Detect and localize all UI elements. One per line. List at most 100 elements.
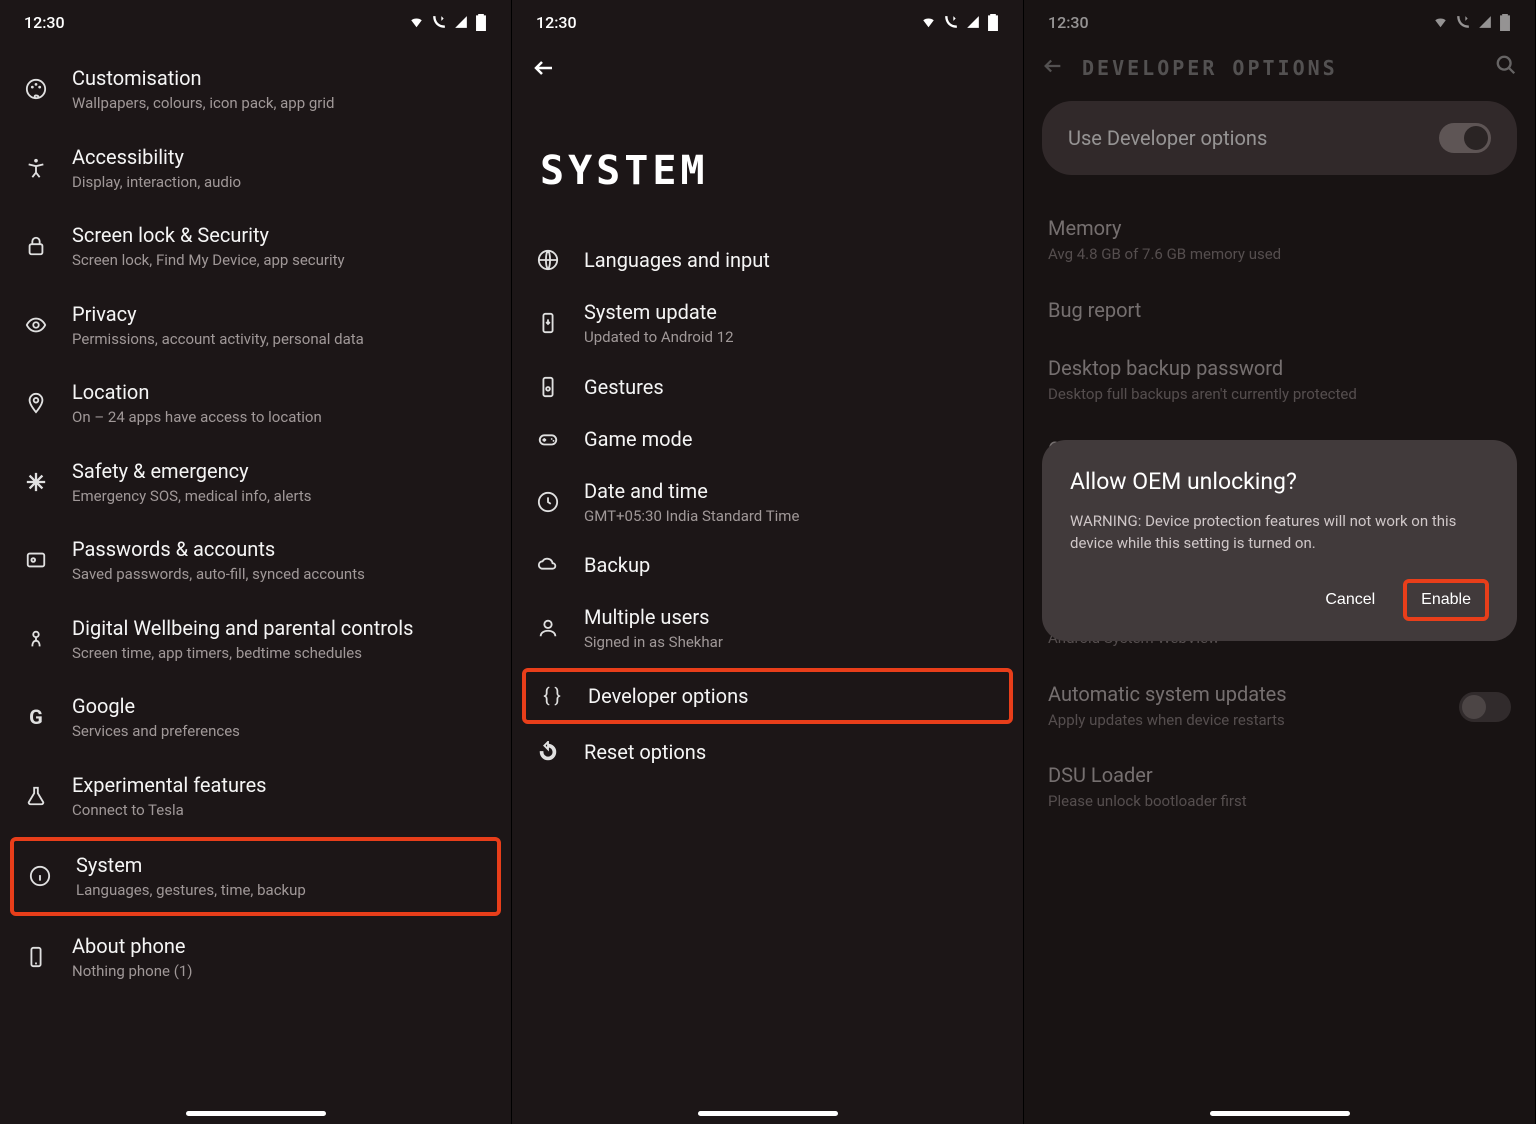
settings-row-gestures[interactable]: Gestures xyxy=(512,361,1023,413)
back-button[interactable] xyxy=(512,44,1023,98)
battery-icon xyxy=(475,14,487,31)
row-title: Accessibility xyxy=(72,144,489,170)
row-subtitle: Connect to Tesla xyxy=(72,801,489,821)
settings-row-digital-wellbeing-and-parental-controls[interactable]: Digital Wellbeing and parental controls S… xyxy=(0,600,511,679)
user-icon xyxy=(534,617,562,639)
dialog-title: Allow OEM unlocking? xyxy=(1070,468,1489,495)
settings-row-languages-and-input[interactable]: Languages and input xyxy=(512,234,1023,286)
nav-indicator xyxy=(698,1111,838,1116)
gesture-icon xyxy=(534,376,562,398)
settings-row-google[interactable]: GGoogleServices and preferences xyxy=(0,678,511,757)
nav-indicator xyxy=(1210,1111,1350,1116)
row-subtitle: Saved passwords, auto-fill, synced accou… xyxy=(72,565,489,585)
page-title: DEVELOPER OPTIONS xyxy=(1082,56,1338,80)
back-button[interactable] xyxy=(1042,55,1064,81)
master-toggle[interactable]: Use Developer options xyxy=(1042,101,1517,175)
toggle-switch[interactable] xyxy=(1439,123,1491,153)
row-title: Gestures xyxy=(584,374,1001,400)
oem-unlock-dialog: Allow OEM unlocking? WARNING: Device pro… xyxy=(1042,440,1517,641)
enable-button[interactable]: Enable xyxy=(1403,579,1489,621)
row-title: Customisation xyxy=(72,65,489,91)
settings-row-accessibility[interactable]: Accessibility Display, interaction, audio xyxy=(0,129,511,208)
row-subtitle: Signed in as Shekhar xyxy=(584,633,1001,653)
lock-icon xyxy=(22,235,50,257)
arrow-left-icon xyxy=(532,56,556,80)
status-time: 12:30 xyxy=(24,13,65,32)
status-time: 12:30 xyxy=(1048,13,1089,32)
status-bar: 12:30 xyxy=(0,0,511,44)
battery-icon xyxy=(987,14,999,31)
signal-icon xyxy=(1477,15,1493,29)
row-title: Digital Wellbeing and parental controls xyxy=(72,615,489,641)
call-icon xyxy=(943,15,959,29)
settings-row-screen-lock-security[interactable]: Screen lock & Security Screen lock, Find … xyxy=(0,207,511,286)
dev-option-desktop-backup-password[interactable]: Desktop backup passwordDesktop full back… xyxy=(1024,339,1535,421)
dev-option-automatic-system-updates[interactable]: Automatic system updatesApply updates wh… xyxy=(1024,665,1535,747)
row-subtitle: Display, interaction, audio xyxy=(72,173,489,193)
battery-icon xyxy=(1499,14,1511,31)
settings-row-multiple-users[interactable]: Multiple usersSigned in as Shekhar xyxy=(512,591,1023,666)
row-title: System update xyxy=(584,299,1001,325)
row-title: Backup xyxy=(584,552,1001,578)
reset-icon xyxy=(534,741,562,763)
settings-row-developer-options[interactable]: { } Developer options xyxy=(522,668,1013,724)
wellbeing-icon xyxy=(22,628,50,650)
search-button[interactable] xyxy=(1495,54,1517,81)
settings-row-backup[interactable]: Backup xyxy=(512,539,1023,591)
status-icons xyxy=(1432,14,1511,31)
row-title: Languages and input xyxy=(584,247,1001,273)
toggle-label: Use Developer options xyxy=(1068,126,1267,150)
row-subtitle: Please unlock bootloader first xyxy=(1048,792,1511,812)
settings-row-safety-emergency[interactable]: Safety & emergencyEmergency SOS, medical… xyxy=(0,443,511,522)
key-icon xyxy=(22,549,50,571)
accessibility-icon xyxy=(22,157,50,179)
row-title: Screen lock & Security xyxy=(72,222,489,248)
row-subtitle: Screen time, app timers, bedtime schedul… xyxy=(72,644,489,664)
header: DEVELOPER OPTIONS xyxy=(1024,44,1535,91)
cancel-button[interactable]: Cancel xyxy=(1309,581,1391,619)
globe-icon xyxy=(534,249,562,271)
row-subtitle: Updated to Android 12 xyxy=(584,328,1001,348)
dialog-body: WARNING: Device protection features will… xyxy=(1070,511,1489,555)
settings-row-system[interactable]: SystemLanguages, gestures, time, backup xyxy=(10,837,501,916)
row-subtitle: Services and preferences xyxy=(72,722,489,742)
settings-row-customisation[interactable]: Customisation Wallpapers, colours, icon p… xyxy=(0,50,511,129)
settings-row-location[interactable]: LocationOn – 24 apps have access to loca… xyxy=(0,364,511,443)
row-subtitle: Wallpapers, colours, icon pack, app grid xyxy=(72,94,489,114)
wifi-icon xyxy=(1432,15,1449,29)
row-title: Desktop backup password xyxy=(1048,355,1511,381)
row-title: About phone xyxy=(72,933,489,959)
row-title: DSU Loader xyxy=(1048,762,1511,788)
status-bar: 12:30 xyxy=(512,0,1023,44)
settings-row-reset-options[interactable]: Reset options xyxy=(512,726,1023,778)
google-icon: G xyxy=(22,705,50,729)
phone-icon xyxy=(22,946,50,968)
settings-row-about-phone[interactable]: About phoneNothing phone (1) xyxy=(0,918,511,997)
dev-option-dsu-loader[interactable]: DSU Loader Please unlock bootloader first xyxy=(1024,746,1535,828)
status-time: 12:30 xyxy=(536,13,577,32)
cloud-icon xyxy=(534,554,562,576)
row-title: Developer options xyxy=(588,683,997,709)
settings-row-date-and-time[interactable]: Date and timeGMT+05:30 India Standard Ti… xyxy=(512,465,1023,540)
row-subtitle: Screen lock, Find My Device, app securit… xyxy=(72,251,489,271)
eye-icon xyxy=(22,314,50,336)
dev-option-bug-report[interactable]: Bug report xyxy=(1024,281,1535,339)
row-title: Experimental features xyxy=(72,772,489,798)
row-subtitle: On – 24 apps have access to location xyxy=(72,408,489,428)
toggle-switch[interactable] xyxy=(1459,692,1511,722)
location-icon xyxy=(22,392,50,414)
settings-row-system-update[interactable]: System update Updated to Android 12 xyxy=(512,286,1023,361)
row-subtitle: Languages, gestures, time, backup xyxy=(76,881,485,901)
settings-row-passwords-accounts[interactable]: Passwords & accountsSaved passwords, aut… xyxy=(0,521,511,600)
row-subtitle: Avg 4.8 GB of 7.6 GB memory used xyxy=(1048,245,1511,265)
row-subtitle: Emergency SOS, medical info, alerts xyxy=(72,487,489,507)
page-title: SYSTEM xyxy=(512,98,1023,228)
arrow-left-icon xyxy=(1042,55,1064,77)
row-title: Privacy xyxy=(72,301,489,327)
braces-icon: { } xyxy=(538,684,566,707)
dev-option-memory[interactable]: MemoryAvg 4.8 GB of 7.6 GB memory used xyxy=(1024,199,1535,281)
settings-row-experimental-features[interactable]: Experimental features Connect to Tesla xyxy=(0,757,511,836)
row-subtitle: Permissions, account activity, personal … xyxy=(72,330,489,350)
settings-row-privacy[interactable]: Privacy Permissions, account activity, pe… xyxy=(0,286,511,365)
settings-row-game-mode[interactable]: Game mode xyxy=(512,413,1023,465)
